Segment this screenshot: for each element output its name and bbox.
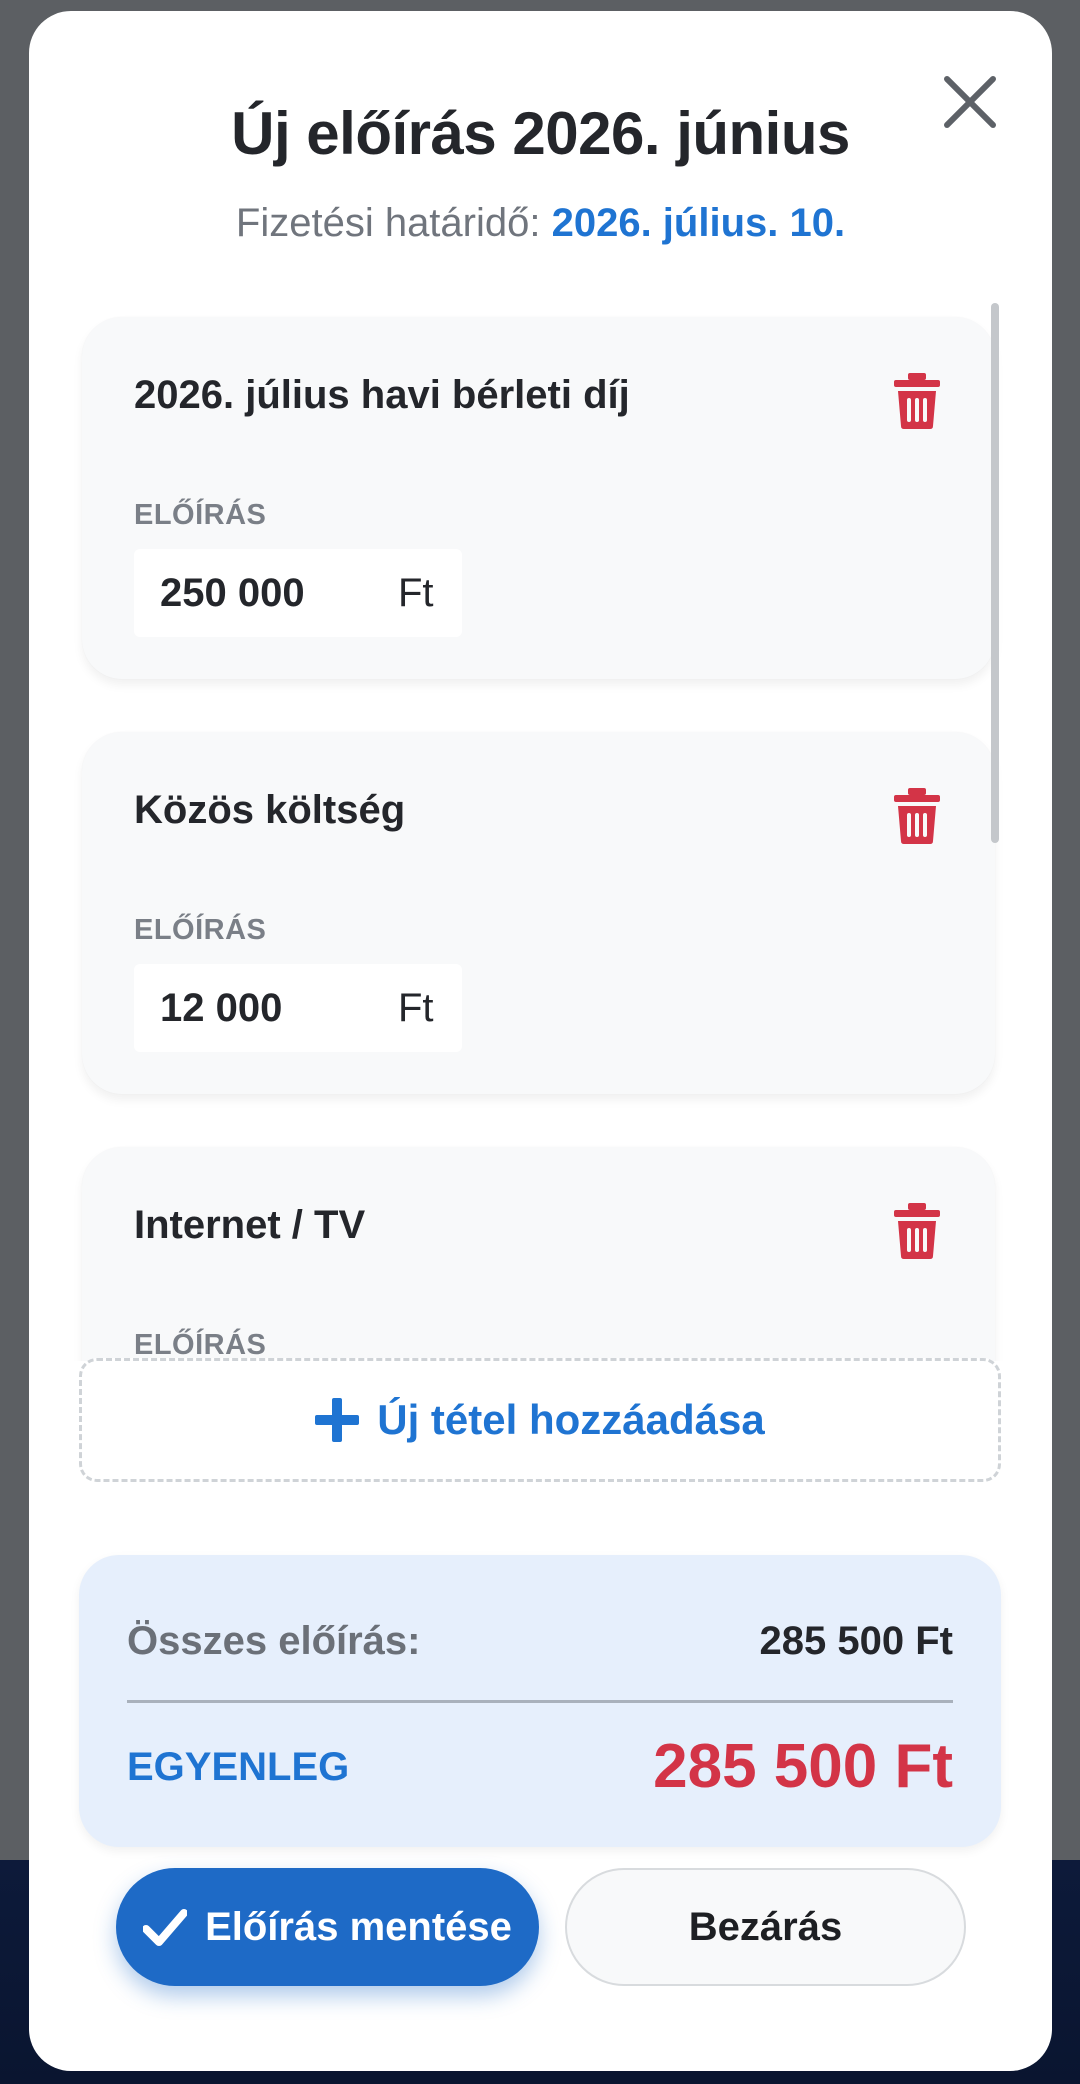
- trash-icon[interactable]: [894, 373, 940, 429]
- save-button[interactable]: Előírás mentése: [116, 1868, 539, 1986]
- amount-input[interactable]: 250 000 Ft: [134, 549, 462, 637]
- field-label: ELŐÍRÁS: [134, 499, 267, 531]
- due-date-value: 2026. július. 10.: [551, 201, 846, 245]
- modal-title: Új előírás 2026. június: [231, 100, 850, 167]
- items-list[interactable]: 2026. július havi bérleti díj ELŐÍRÁS 25…: [29, 301, 1052, 1361]
- balance-value: 285 500 Ft: [653, 1732, 953, 1801]
- item-title: Közös költség: [134, 788, 406, 832]
- field-label: ELŐÍRÁS: [134, 914, 267, 946]
- balance-label: EGYENLEG: [127, 1745, 350, 1789]
- new-charge-modal: Új előírás 2026. június Fizetési határid…: [29, 11, 1052, 2071]
- add-item-label: Új tétel hozzáadása: [377, 1396, 765, 1443]
- check-icon: [143, 1909, 188, 1946]
- item-card: Közös költség ELŐÍRÁS 12 000 Ft: [82, 732, 995, 1094]
- field-label: ELŐÍRÁS: [134, 1329, 267, 1361]
- amount-value: 12 000: [160, 986, 283, 1030]
- total-label: Összes előírás:: [127, 1619, 421, 1663]
- summary-panel: Összes előírás: 285 500 Ft EGYENLEG 285 …: [79, 1555, 1001, 1847]
- due-date-prefix: Fizetési határidő:: [235, 201, 552, 245]
- save-button-label: Előírás mentése: [205, 1904, 512, 1949]
- close-button-label: Bezárás: [688, 1904, 843, 1949]
- close-button[interactable]: Bezárás: [565, 1868, 966, 1986]
- summary-divider: [127, 1700, 953, 1703]
- currency-unit: Ft: [398, 986, 434, 1030]
- trash-icon[interactable]: [894, 788, 940, 844]
- item-title: Internet / TV: [134, 1203, 366, 1247]
- total-value: 285 500 Ft: [759, 1619, 953, 1663]
- plus-icon: [315, 1398, 360, 1442]
- scrollbar[interactable]: [991, 303, 999, 843]
- item-title: 2026. július havi bérleti díj: [134, 373, 630, 417]
- currency-unit: Ft: [398, 571, 434, 615]
- trash-icon[interactable]: [894, 1203, 940, 1259]
- due-date-line: Fizetési határidő: 2026. július. 10.: [29, 201, 1052, 246]
- item-card: Internet / TV ELŐÍRÁS: [82, 1147, 995, 1361]
- item-card: 2026. július havi bérleti díj ELŐÍRÁS 25…: [82, 317, 995, 679]
- amount-input[interactable]: 12 000 Ft: [134, 964, 462, 1052]
- amount-value: 250 000: [160, 571, 305, 615]
- add-item-button[interactable]: Új tétel hozzáadása: [79, 1358, 1001, 1482]
